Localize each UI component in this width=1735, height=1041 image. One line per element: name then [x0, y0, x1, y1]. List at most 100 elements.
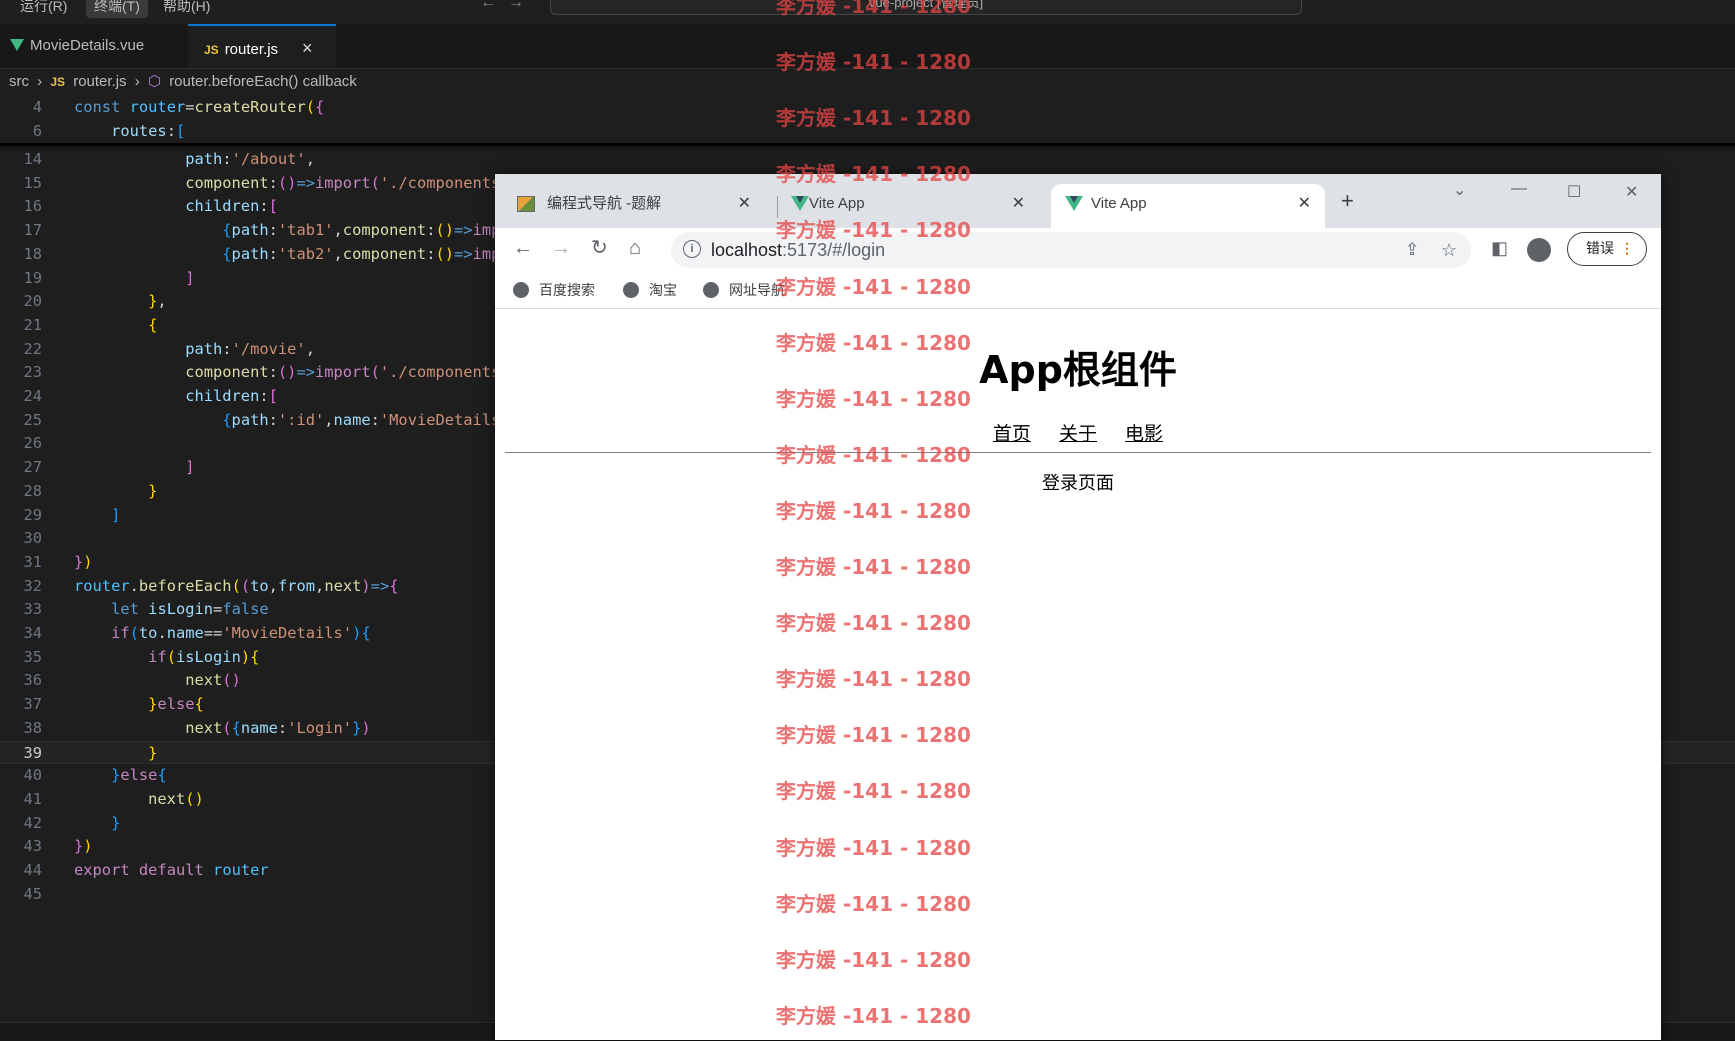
chevron-right-icon: › [134, 73, 140, 90]
symbol-method-icon: ⬡ [147, 73, 162, 90]
line-number: 35 [23, 647, 42, 666]
router-view-text: 登录页面 [1042, 473, 1114, 494]
browser-tab-vite-app-active[interactable]: Vite App ✕ [1051, 184, 1325, 228]
globe-icon [623, 282, 639, 298]
breadcrumb-file[interactable]: router.js [73, 73, 126, 90]
line-number: 36 [23, 671, 42, 690]
menu-run[interactable]: 运行(R) [12, 0, 75, 18]
menu-terminal[interactable]: 终端(T) [86, 0, 148, 18]
new-tab-plus-icon[interactable]: + [1341, 188, 1354, 214]
bookmark-nav[interactable]: 网址导航 [703, 278, 785, 302]
line-number: 30 [23, 529, 42, 548]
code-text: ] [111, 505, 121, 524]
line-number: 4 [32, 98, 42, 116]
error-button-label: 错误 [1586, 240, 1614, 256]
forward-arrow-icon[interactable]: → [551, 238, 571, 258]
line-number: 45 [23, 884, 42, 903]
close-icon[interactable]: ✕ [738, 184, 751, 224]
chevron-right-icon: › [37, 73, 43, 90]
bookmark-star-icon[interactable]: ☆ [1441, 240, 1457, 260]
line-number: 24 [23, 387, 42, 405]
line-number: 20 [23, 292, 42, 311]
nav-link-movie[interactable]: 电影 [1125, 423, 1163, 445]
editor-tab-bar: MovieDetails.vue JS router.js × [0, 24, 1735, 69]
site-info-icon[interactable]: i [683, 240, 701, 258]
code-text: if(to.name=='MovieDetails'){ [111, 624, 371, 642]
history-nav-arrows[interactable]: ←→ [480, 0, 536, 12]
code-text: {path:':id',name:'MovieDetails', [222, 410, 519, 429]
line-number: 41 [23, 789, 42, 808]
browser-tab-title: Vite App [809, 195, 865, 212]
code-text: { [148, 315, 158, 334]
browser-window: 编程式导航 -题解 ✕ Vite App ✕ Vite App ✕ + ⌄ — … [495, 174, 1661, 1040]
code-text: ] [185, 268, 195, 287]
browser-tab-vite-app[interactable]: Vite App ✕ [777, 184, 1039, 228]
window-close-icon[interactable]: ✕ [1625, 182, 1638, 202]
code-text: router.beforeEach((to,from,next)=>{ [74, 576, 399, 595]
profile-avatar-icon[interactable] [1527, 238, 1551, 262]
close-icon[interactable]: ✕ [1298, 184, 1311, 224]
line-number: 37 [23, 695, 42, 714]
line-number: 19 [23, 268, 42, 287]
page-title: App根组件 [979, 348, 1177, 392]
code-text: let isLogin=false [111, 600, 269, 619]
vue-favicon-icon [1065, 196, 1083, 211]
side-panel-icon[interactable]: ◧ [1491, 238, 1508, 258]
bookmark-taobao[interactable]: 淘宝 [623, 278, 677, 302]
line-number: 15 [23, 173, 42, 192]
maximize-icon[interactable]: ☐ [1567, 182, 1581, 202]
minimize-icon[interactable]: — [1511, 180, 1527, 198]
nav-link-about[interactable]: 关于 [1059, 423, 1097, 445]
tab-search-chevron-icon[interactable]: ⌄ [1453, 180, 1466, 200]
tab-router-js[interactable]: JS router.js × [188, 24, 336, 68]
breadcrumb: src › JS router.js › ⬡ router.beforeEach… [0, 70, 1735, 94]
url-path: :5173/#/login [782, 240, 886, 260]
line-number: 26 [23, 434, 42, 453]
browser-tab-title: 编程式导航 -题解 [547, 195, 662, 212]
code-text: }else{ [111, 766, 167, 785]
router-nav: 首页 关于 电影 [495, 419, 1661, 446]
browser-tab-tijie[interactable]: 编程式导航 -题解 ✕ [503, 184, 765, 228]
line-number: 33 [23, 600, 42, 619]
address-url[interactable]: localhost:5173/#/login [711, 232, 885, 268]
line-number: 44 [23, 861, 42, 879]
line-number: 23 [23, 363, 42, 382]
code-text: children:[ [185, 197, 278, 216]
line-number: 21 [23, 315, 42, 334]
home-icon[interactable]: ⌂ [629, 238, 641, 258]
command-center[interactable]: vue-project [管理员] [550, 0, 1302, 15]
reload-icon[interactable]: ↻ [591, 238, 608, 258]
line-number: 27 [23, 458, 42, 477]
bookmark-label: 百度搜索 [539, 282, 595, 298]
image-favicon-icon [517, 196, 535, 212]
code-text: next({name:'Login'}) [185, 718, 371, 737]
breadcrumb-symbol[interactable]: router.beforeEach() callback [169, 73, 357, 90]
more-menu-icon[interactable]: ⋮ [1620, 233, 1634, 264]
code-line[interactable]: 4 const router=createRouter({ [0, 96, 1735, 120]
code-line[interactable]: 6 routes:[ [0, 120, 1735, 144]
code-text: }, [148, 292, 167, 311]
close-icon[interactable]: × [302, 38, 313, 58]
url-host: localhost [711, 240, 783, 260]
command-center-label: vue-project [管理员] [868, 0, 984, 10]
vue-favicon-icon [791, 196, 809, 211]
menu-help[interactable]: 帮助(H) [155, 0, 218, 18]
nav-link-home[interactable]: 首页 [993, 423, 1031, 445]
share-icon[interactable]: ⇪ [1405, 240, 1419, 260]
address-bar[interactable]: i localhost:5173/#/login ⇪ ☆ [671, 232, 1471, 268]
globe-icon [513, 282, 529, 298]
code-text: next() [148, 789, 204, 808]
divider [505, 452, 1651, 453]
line-number: 40 [23, 766, 42, 785]
back-arrow-icon[interactable]: ← [513, 238, 533, 258]
globe-icon [703, 282, 719, 298]
code-text: } [148, 481, 158, 500]
tab-moviedetails-vue[interactable]: MovieDetails.vue [0, 24, 185, 68]
code-line[interactable]: 14 path:'/about', [0, 148, 1735, 172]
breadcrumb-folder[interactable]: src [9, 73, 29, 90]
bookmark-baidu[interactable]: 百度搜索 [513, 278, 595, 302]
line-number: 14 [23, 150, 42, 168]
close-icon[interactable]: ✕ [1012, 184, 1025, 224]
error-button[interactable]: 错误 ⋮ [1567, 232, 1647, 266]
code-text: }else{ [148, 695, 204, 714]
